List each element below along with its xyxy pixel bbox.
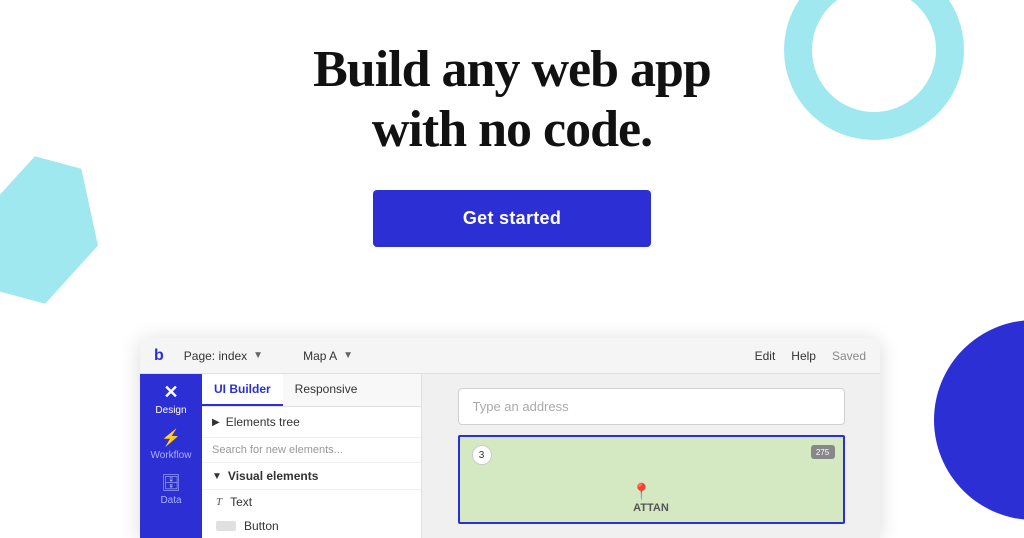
hero-title: Build any web app with no code. <box>0 40 1024 160</box>
sidebar-item-workflow[interactable]: ⚡ Workflow <box>151 428 192 461</box>
map-label: ATTAN <box>633 502 669 514</box>
map-pin-icon: 📍 <box>632 482 652 502</box>
page-dropdown-arrow-icon: ▼ <box>253 350 263 361</box>
sidebar-item-data[interactable]: 🗄 Data <box>160 473 181 506</box>
mockup-body: ✕ Design ⚡ Workflow 🗄 Data UI Builder Re… <box>140 374 880 538</box>
design-icon: ✕ <box>163 382 178 403</box>
hero-section: Build any web app with no code. Get star… <box>0 0 1024 247</box>
element-text[interactable]: T Text <box>202 490 421 514</box>
sidebar-item-design[interactable]: ✕ Design <box>155 382 186 416</box>
deco-semicircle-blue <box>934 320 1024 520</box>
menu-edit[interactable]: Edit <box>755 349 776 363</box>
map-badge-number: 3 <box>472 445 492 465</box>
elements-tree-row[interactable]: ▶ Elements tree <box>202 407 421 438</box>
tab-responsive[interactable]: Responsive <box>283 374 370 406</box>
mockup-canvas: Type an address 3 275 📍 ATTAN <box>422 374 880 538</box>
address-input[interactable]: Type an address <box>458 388 845 425</box>
visual-elements-section[interactable]: ▼ Visual elements <box>202 463 421 490</box>
menu-help[interactable]: Help <box>791 349 816 363</box>
map-dropdown-arrow-icon: ▼ <box>343 350 353 361</box>
tab-ui-builder[interactable]: UI Builder <box>202 374 283 406</box>
mockup-menu: Edit Help Saved <box>755 349 866 363</box>
page-selector[interactable]: Page: index ▼ <box>184 349 263 363</box>
mockup-panel: UI Builder Responsive ▶ Elements tree Se… <box>202 374 422 538</box>
get-started-button[interactable]: Get started <box>373 190 651 247</box>
section-collapse-icon: ▼ <box>212 471 222 482</box>
element-button[interactable]: Button <box>202 514 421 538</box>
button-element-icon <box>216 521 236 531</box>
saved-status: Saved <box>832 349 866 363</box>
map-selector[interactable]: Map A ▼ <box>303 349 353 363</box>
map-badge-right: 275 <box>811 445 835 459</box>
mockup-topbar: b Page: index ▼ Map A ▼ Edit Help Saved <box>140 338 880 374</box>
app-mockup: b Page: index ▼ Map A ▼ Edit Help Saved … <box>140 338 880 538</box>
tree-expand-icon: ▶ <box>212 417 220 428</box>
mockup-logo-icon: b <box>154 347 164 365</box>
panel-tabs: UI Builder Responsive <box>202 374 421 407</box>
search-elements[interactable]: Search for new elements... <box>202 438 421 463</box>
workflow-icon: ⚡ <box>161 428 181 448</box>
data-icon: 🗄 <box>161 473 181 493</box>
mockup-sidebar: ✕ Design ⚡ Workflow 🗄 Data <box>140 374 202 538</box>
map-area: 3 275 📍 ATTAN <box>458 435 845 524</box>
text-element-icon: T <box>216 496 222 508</box>
